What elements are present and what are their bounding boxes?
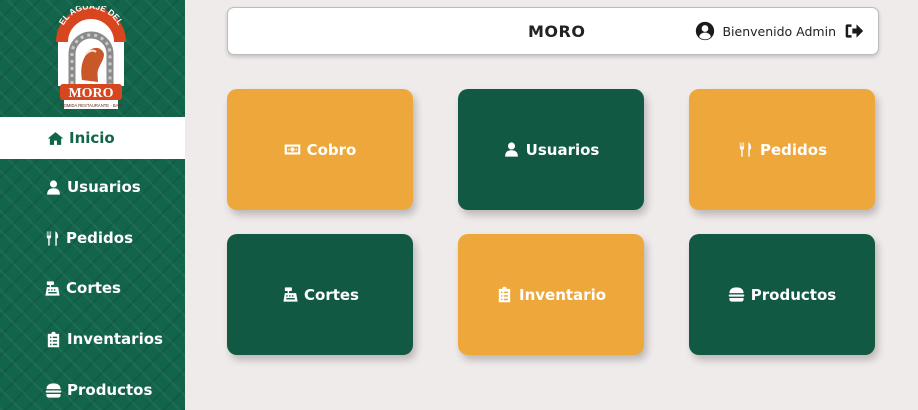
- sidebar-item-label: Productos: [67, 381, 153, 399]
- logo-sub: COMIDA RESTAURANTE · BAR: [61, 103, 122, 108]
- sidebar: EL AGUAJE DEL MORO COMIDA RESTAURANTE · …: [0, 0, 185, 410]
- logo-name: MORO: [68, 86, 113, 101]
- user-area: Bienvenido Admin: [695, 21, 864, 41]
- sidebar-item-cortes[interactable]: Cortes: [0, 267, 185, 309]
- money-bill-icon: [284, 141, 302, 159]
- burger-icon: [44, 381, 62, 399]
- user-circle-icon: [696, 21, 715, 41]
- sidebar-item-productos[interactable]: Productos: [0, 369, 185, 410]
- user-icon: [503, 141, 521, 159]
- utensils-icon: [737, 141, 755, 159]
- home-icon: [46, 129, 64, 147]
- user-icon: [44, 178, 62, 196]
- sidebar-item-label: Pedidos: [66, 229, 134, 247]
- page-title: MORO: [528, 22, 586, 41]
- card-productos[interactable]: Productos: [689, 234, 875, 355]
- clipboard-list-icon: [44, 330, 62, 348]
- card-label: Productos: [750, 285, 837, 304]
- card-cobro[interactable]: Cobro: [227, 89, 413, 210]
- utensils-icon: [43, 229, 61, 247]
- sidebar-item-label: Inventarios: [67, 330, 163, 348]
- sidebar-item-label: Cortes: [66, 279, 121, 297]
- sidebar-item-inventarios[interactable]: Inventarios: [0, 318, 185, 360]
- card-label: Pedidos: [759, 140, 828, 159]
- card-label: Cobro: [306, 140, 357, 159]
- sidebar-item-pedidos[interactable]: Pedidos: [0, 217, 185, 259]
- card-label: Usuarios: [525, 140, 600, 159]
- card-label: Cortes: [304, 285, 359, 304]
- card-usuarios[interactable]: Usuarios: [458, 89, 644, 210]
- sidebar-item-label: Usuarios: [67, 178, 141, 196]
- card-cortes[interactable]: Cortes: [227, 234, 413, 355]
- sign-out-icon[interactable]: [844, 21, 864, 41]
- logo: EL AGUAJE DEL MORO COMIDA RESTAURANTE · …: [56, 6, 126, 109]
- cash-register-icon: [281, 286, 299, 304]
- card-pedidos[interactable]: Pedidos: [689, 89, 875, 210]
- sidebar-item-label: Inicio: [69, 129, 115, 147]
- burger-icon: [728, 286, 746, 304]
- card-label: Inventario: [518, 285, 607, 304]
- cash-register-icon: [43, 279, 61, 297]
- clipboard-list-icon: [496, 286, 514, 304]
- sidebar-item-inicio[interactable]: Inicio: [0, 117, 185, 159]
- card-inventario[interactable]: Inventario: [458, 234, 644, 355]
- sidebar-item-usuarios[interactable]: Usuarios: [0, 166, 185, 208]
- header: MORO Bienvenido Admin: [227, 7, 879, 55]
- welcome-text: Bienvenido Admin: [722, 23, 836, 39]
